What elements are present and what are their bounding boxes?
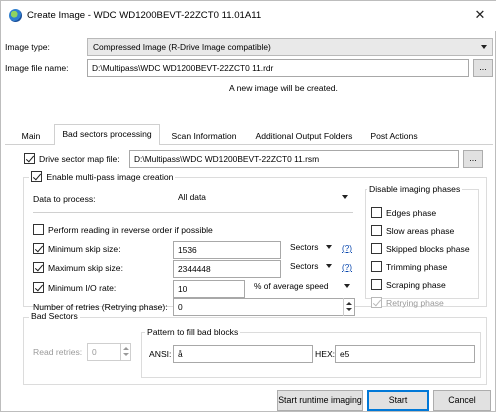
cancel-button[interactable]: Cancel xyxy=(433,390,491,411)
read-retries-stepper xyxy=(120,343,130,361)
slow-areas-phase-label: Slow areas phase xyxy=(386,226,455,236)
retries-stepper[interactable] xyxy=(343,298,353,316)
min-skip-label: Minimum skip size: xyxy=(48,244,121,254)
bad-sectors-title: Bad Sectors xyxy=(29,311,80,321)
read-retries-label: Read retries: xyxy=(33,347,83,357)
max-skip-unit-select[interactable]: Sectors xyxy=(285,258,337,276)
ansi-input[interactable]: å xyxy=(173,345,313,363)
min-skip-checkbox[interactable] xyxy=(33,243,44,254)
min-skip-help-link[interactable]: (?) xyxy=(342,244,352,253)
tab-additional-output-folders[interactable]: Additional Output Folders xyxy=(248,127,360,145)
app-logo-icon xyxy=(9,9,22,22)
ansi-label: ANSI: xyxy=(149,349,172,359)
image-file-input[interactable]: D:\Multipass\WDC WD1200BEVT-22ZCT0 11.rd… xyxy=(87,59,469,77)
image-type-select[interactable]: Compressed Image (R-Drive Image compatib… xyxy=(87,38,493,56)
multipass-legend: Enable multi-pass image creation xyxy=(29,171,176,183)
max-skip-input[interactable]: 2344448 xyxy=(173,260,281,278)
scraping-phase-label: Scraping phase xyxy=(386,280,446,290)
min-skip-unit-value: Sectors xyxy=(290,242,319,252)
disable-phases-title: Disable imaging phases xyxy=(367,184,463,194)
data-to-process-label: Data to process: xyxy=(33,194,96,204)
hex-label: HEX: xyxy=(315,349,336,359)
chevron-down-icon xyxy=(481,45,487,49)
trimming-phase-label: Trimming phase xyxy=(386,262,448,272)
edges-phase-label: Edges phase xyxy=(386,208,437,218)
window-title: Create Image - WDC WD1200BEVT-22ZCT0 11.… xyxy=(27,10,262,21)
retrying-phase-checkbox xyxy=(371,297,382,308)
image-file-label: Image file name: xyxy=(5,63,69,73)
pattern-title: Pattern to fill bad blocks xyxy=(145,327,241,337)
title-bar: Create Image - WDC WD1200BEVT-22ZCT0 11.… xyxy=(1,1,496,31)
min-skip-unit-select[interactable]: Sectors xyxy=(285,239,337,257)
slow-areas-phase-checkbox[interactable] xyxy=(371,225,382,236)
min-io-input[interactable]: 10 xyxy=(173,280,245,298)
min-io-unit-select[interactable]: % of average speed xyxy=(249,278,355,296)
retrying-phase-label: Retrying phase xyxy=(386,298,444,308)
min-io-label: Minimum I/O rate: xyxy=(48,283,117,293)
data-to-process-value: All data xyxy=(178,192,206,202)
multipass-label: Enable multi-pass image creation xyxy=(46,171,174,182)
chevron-down-icon xyxy=(344,284,350,288)
start-runtime-imaging-button[interactable]: Start runtime imaging xyxy=(277,390,363,411)
chevron-down-icon xyxy=(326,245,332,249)
max-skip-label: Maximum skip size: xyxy=(48,263,123,273)
max-skip-help-link[interactable]: (?) xyxy=(342,263,352,272)
arrow-up-icon xyxy=(346,302,352,305)
skipped-blocks-phase-label: Skipped blocks phase xyxy=(386,244,470,254)
edges-phase-checkbox[interactable] xyxy=(371,207,382,218)
min-io-checkbox[interactable] xyxy=(33,282,44,293)
image-file-browse-button[interactable]: ... xyxy=(473,59,493,77)
arrow-down-icon xyxy=(123,353,129,356)
min-skip-input[interactable]: 1536 xyxy=(173,241,281,259)
drive-map-input[interactable]: D:\Multipass\WDC WD1200BEVT-22ZCT0 11.rs… xyxy=(129,150,459,168)
scraping-phase-checkbox[interactable] xyxy=(371,279,382,290)
trimming-phase-checkbox[interactable] xyxy=(371,261,382,272)
drive-map-checkbox[interactable] xyxy=(24,153,35,164)
separator xyxy=(33,212,353,213)
image-type-label: Image type: xyxy=(5,42,50,52)
retries-input[interactable]: 0 xyxy=(173,298,355,316)
close-icon[interactable]: ✕ xyxy=(471,7,489,23)
start-button[interactable]: Start xyxy=(367,390,429,411)
hex-input[interactable]: e5 xyxy=(335,345,475,363)
max-skip-unit-value: Sectors xyxy=(290,261,319,271)
min-io-unit-value: % of average speed xyxy=(254,281,329,291)
create-image-window: Create Image - WDC WD1200BEVT-22ZCT0 11.… xyxy=(0,0,496,412)
reverse-order-label: Perform reading in reverse order if poss… xyxy=(48,225,213,235)
skipped-blocks-phase-checkbox[interactable] xyxy=(371,243,382,254)
reverse-order-checkbox[interactable] xyxy=(33,224,44,235)
drive-map-browse-button[interactable]: ... xyxy=(463,150,483,168)
multipass-checkbox[interactable] xyxy=(31,171,42,183)
drive-map-label: Drive sector map file: xyxy=(39,154,120,164)
chevron-down-icon xyxy=(326,264,332,268)
tab-post-actions[interactable]: Post Actions xyxy=(363,127,425,145)
chevron-down-icon xyxy=(342,195,348,199)
image-type-value: Compressed Image (R-Drive Image compatib… xyxy=(93,42,271,52)
tab-scan-information[interactable]: Scan Information xyxy=(163,127,245,145)
tab-bad-sectors-processing[interactable]: Bad sectors processing xyxy=(54,124,160,145)
arrow-down-icon xyxy=(346,308,352,311)
max-skip-checkbox[interactable] xyxy=(33,262,44,273)
arrow-up-icon xyxy=(123,347,129,350)
data-to-process-select[interactable]: All data xyxy=(173,189,353,207)
image-note: A new image will be created. xyxy=(229,83,338,93)
tab-main[interactable]: Main xyxy=(11,127,51,145)
